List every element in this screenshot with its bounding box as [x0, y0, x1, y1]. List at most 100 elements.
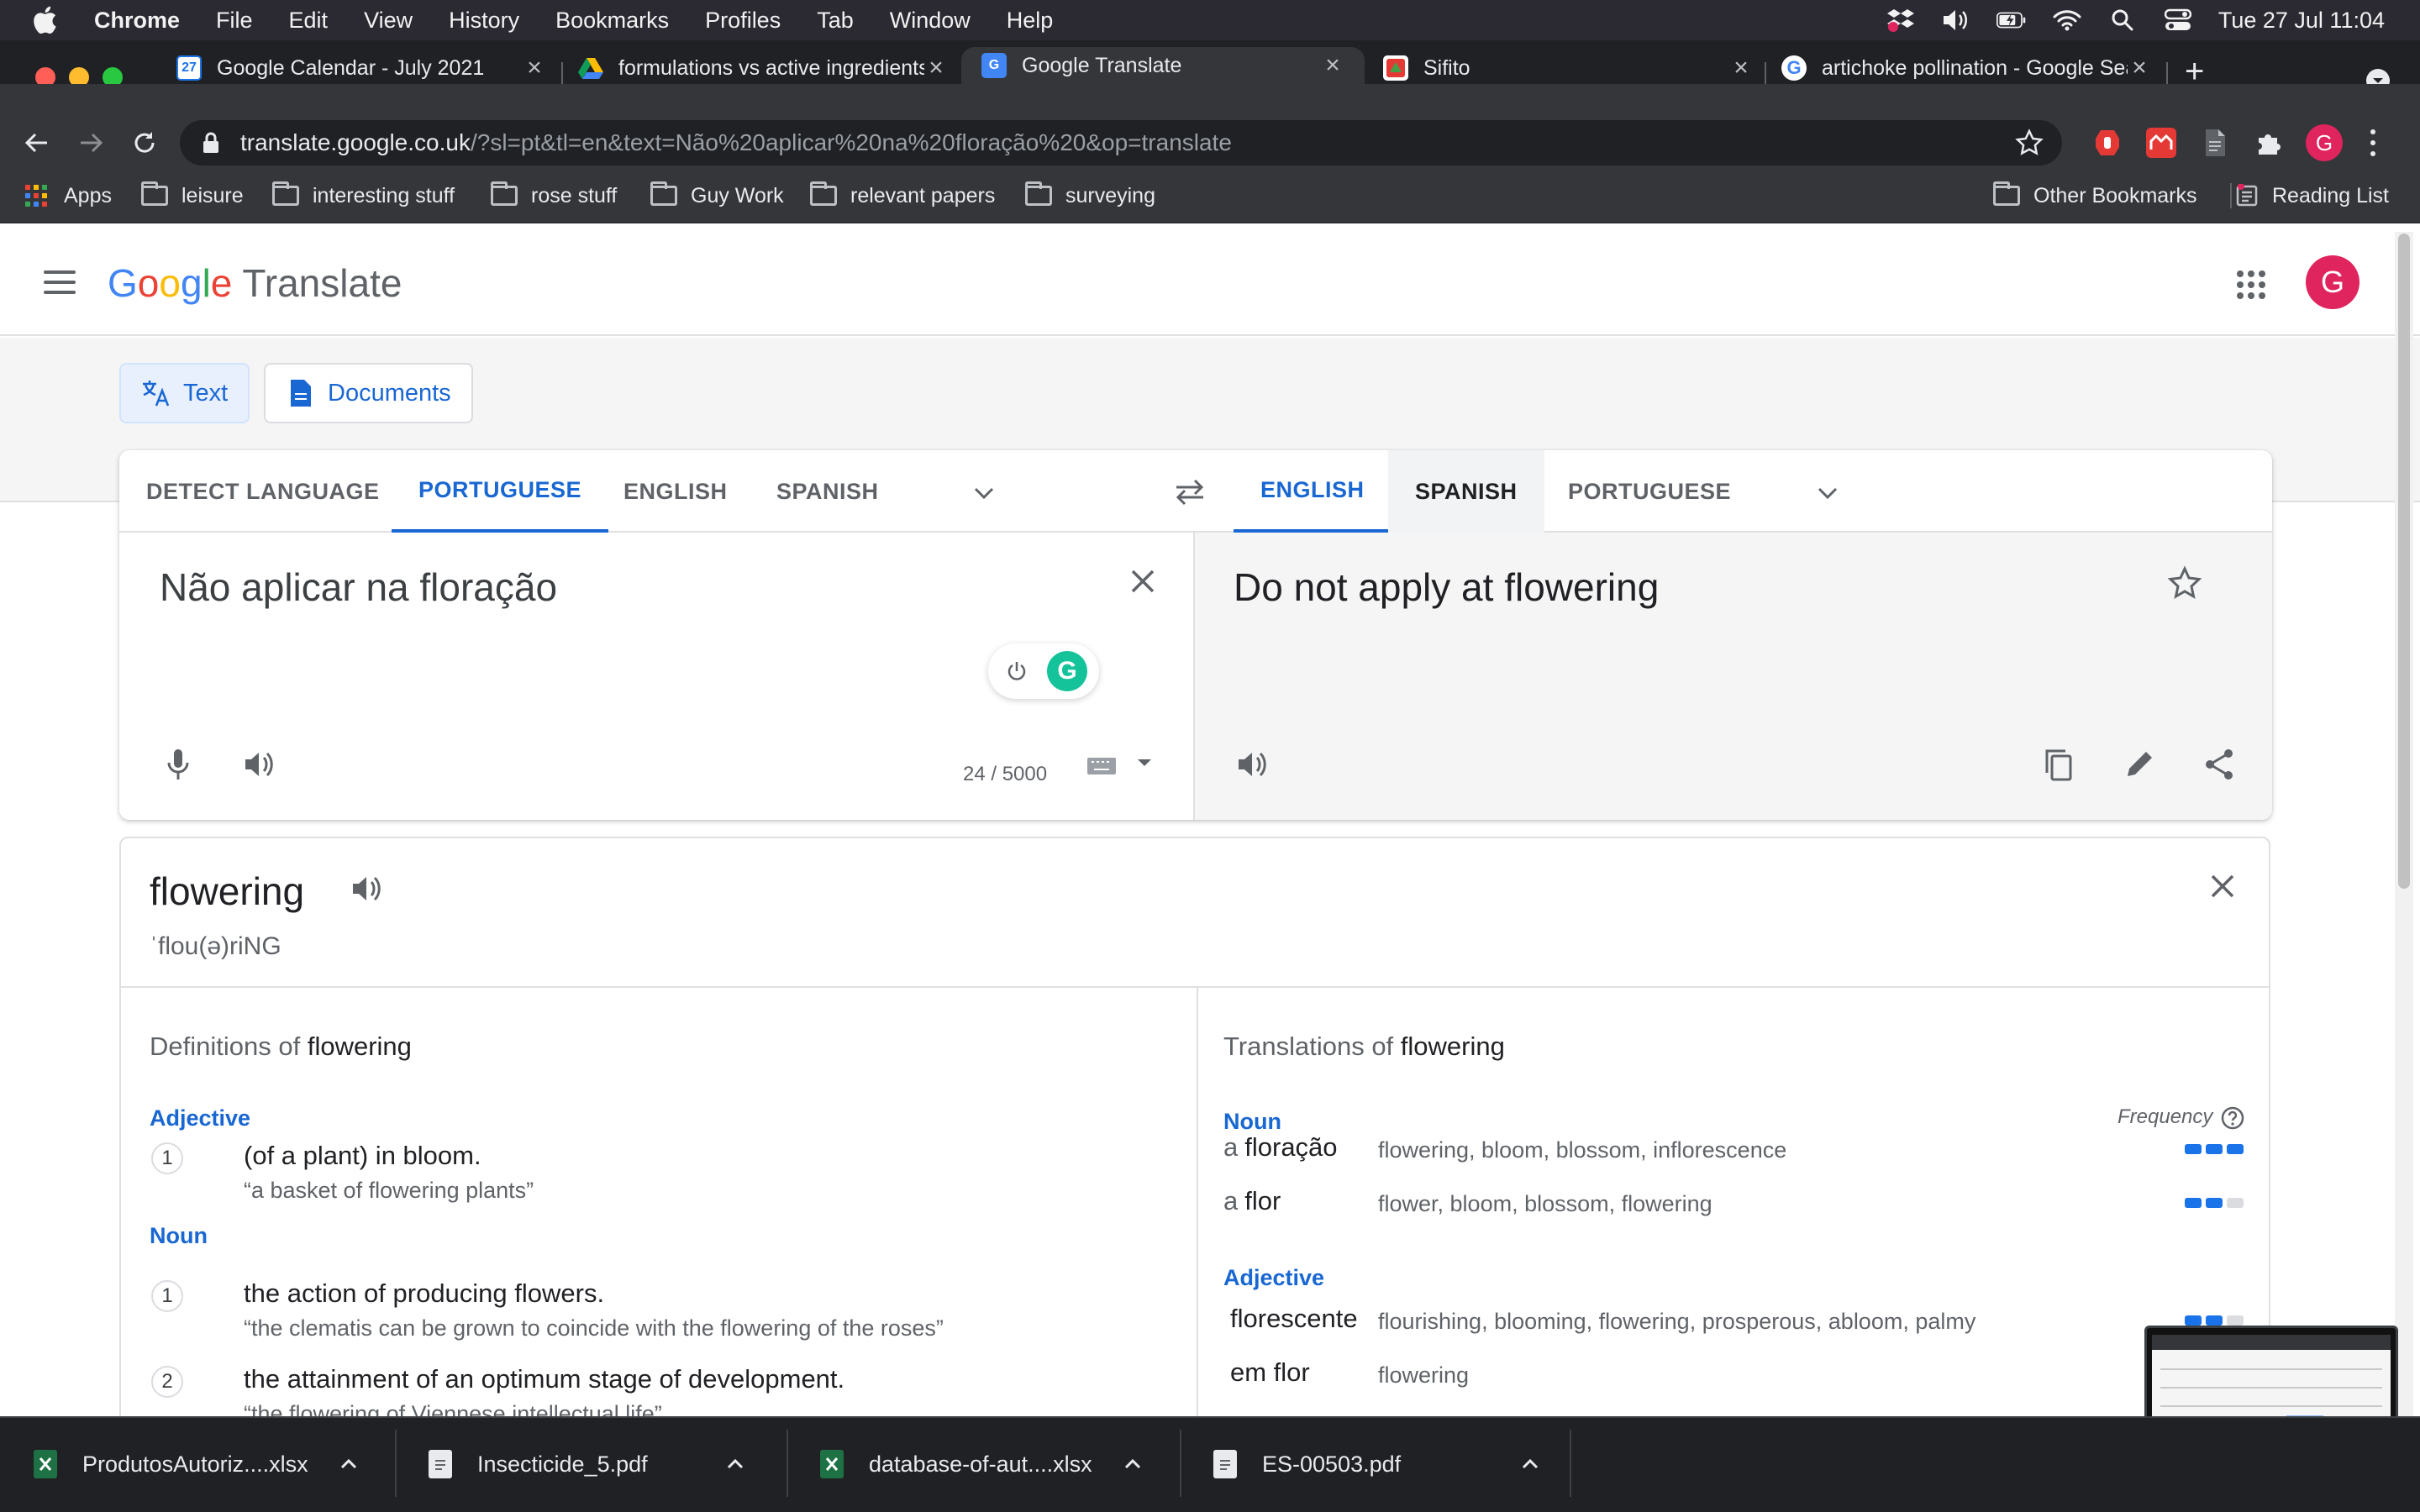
adblock-extension-icon[interactable]: [2092, 128, 2123, 158]
extensions-puzzle-icon[interactable]: [2254, 128, 2284, 158]
google-translate-logo[interactable]: Google Translate: [108, 260, 402, 306]
volume-icon[interactable]: [1941, 5, 1971, 35]
bookmark-folder-guy-work[interactable]: Guy Work: [650, 181, 784, 208]
swap-languages-icon[interactable]: [1173, 475, 1207, 509]
download-item[interactable]: database-of-aut....xlsx: [820, 1416, 1144, 1512]
translation-word[interactable]: a floração: [1223, 1132, 1338, 1163]
listen-source-icon[interactable]: [240, 746, 277, 783]
translation-word[interactable]: a flor: [1223, 1186, 1281, 1216]
folder-icon: [272, 181, 299, 206]
grammarly-widget[interactable]: G: [988, 643, 1099, 699]
document-extension-icon[interactable]: [2200, 128, 2230, 158]
page-scrollbar[interactable]: [2395, 232, 2413, 1418]
target-lang-spanish[interactable]: SPANISH: [1388, 450, 1544, 533]
menu-help[interactable]: Help: [1007, 8, 1054, 34]
menu-window[interactable]: Window: [890, 8, 971, 34]
documents-mode-button[interactable]: Documents: [264, 363, 473, 423]
forward-button[interactable]: [74, 126, 108, 160]
share-translation-icon[interactable]: [2202, 746, 2238, 783]
bookmark-apps[interactable]: Apps: [24, 183, 112, 208]
wifi-icon[interactable]: [2052, 5, 2082, 35]
target-more-languages-icon[interactable]: [1815, 480, 1840, 506]
translate-page: Google Translate G Text Documents DETECT …: [0, 227, 2420, 1416]
chevron-up-icon[interactable]: [1518, 1452, 1542, 1476]
tab-close-icon[interactable]: ×: [1321, 51, 1344, 80]
source-lang-portuguese[interactable]: PORTUGUESE: [392, 450, 609, 533]
download-item[interactable]: ProdutosAutoriz....xlsx: [34, 1416, 360, 1512]
chrome-menu-icon[interactable]: [2368, 126, 2378, 160]
menubar-clock[interactable]: Tue 27 Jul 11:04: [2218, 8, 2385, 34]
excel-icon: [34, 1450, 57, 1478]
chevron-up-icon[interactable]: [1121, 1452, 1144, 1476]
tab-google-calendar[interactable]: 27 Google Calendar - July 2021 ×: [176, 52, 546, 84]
bookmark-star-icon[interactable]: [2015, 129, 2044, 157]
bookmark-other-bookmarks[interactable]: Other Bookmarks: [1993, 181, 2197, 208]
tab-sifito[interactable]: Sifito ×: [1383, 52, 1753, 84]
menu-view[interactable]: View: [364, 8, 413, 34]
keyboard-icon[interactable]: [1086, 751, 1119, 780]
tab-close-icon[interactable]: ×: [1729, 54, 1753, 82]
tab-drive-doc[interactable]: formulations vs active ingredients ×: [578, 52, 948, 84]
power-icon[interactable]: [1003, 658, 1030, 685]
account-avatar[interactable]: G: [2306, 255, 2360, 309]
tab-close-icon[interactable]: ×: [924, 54, 948, 82]
tab-close-icon[interactable]: ×: [2128, 54, 2151, 82]
translation-word[interactable]: em flor: [1223, 1357, 1310, 1388]
bookmark-folder-rose-stuff[interactable]: rose stuff: [491, 181, 617, 208]
menu-history[interactable]: History: [449, 8, 519, 34]
dictionary-listen-icon[interactable]: [348, 870, 385, 907]
mendeley-extension-icon[interactable]: [2146, 128, 2176, 158]
listen-translation-icon[interactable]: [1234, 746, 1270, 783]
menu-tab[interactable]: Tab: [817, 8, 854, 34]
menu-app-name[interactable]: Chrome: [94, 8, 180, 34]
dropbox-icon[interactable]: [1886, 5, 1916, 35]
reload-button[interactable]: [128, 126, 161, 160]
tab-google-translate[interactable]: G Google Translate ×: [961, 47, 1365, 84]
source-lang-english[interactable]: ENGLISH: [623, 450, 728, 533]
microphone-icon[interactable]: [160, 746, 197, 783]
save-translation-star-icon[interactable]: [2166, 564, 2203, 601]
translation-word[interactable]: florescente: [1223, 1304, 1358, 1334]
new-tab-button[interactable]: +: [2185, 55, 2204, 88]
bookmark-folder-surveying[interactable]: surveying: [1025, 181, 1155, 208]
menu-profiles[interactable]: Profiles: [705, 8, 781, 34]
source-text-input[interactable]: Não aplicar na floração: [160, 564, 557, 610]
bookmark-folder-interesting-stuff[interactable]: interesting stuff: [272, 181, 455, 208]
battery-icon[interactable]: [1996, 5, 2027, 35]
tab-close-icon[interactable]: ×: [523, 54, 546, 82]
download-item[interactable]: ES-00503.pdf: [1213, 1416, 1542, 1512]
apple-menu-icon[interactable]: [32, 6, 66, 34]
bookmark-folder-relevant-papers[interactable]: relevant papers: [810, 181, 995, 208]
chevron-up-icon[interactable]: [723, 1452, 747, 1476]
scrollbar-thumb[interactable]: [2398, 234, 2410, 889]
lock-icon[interactable]: [202, 130, 224, 155]
frequency-help-icon[interactable]: [2220, 1105, 2245, 1131]
suggest-edit-pencil-icon[interactable]: [2121, 746, 2158, 783]
input-tools-dropdown-icon[interactable]: [1134, 753, 1155, 773]
target-lang-portuguese[interactable]: PORTUGUESE: [1568, 450, 1731, 533]
source-lang-spanish[interactable]: SPANISH: [776, 450, 879, 533]
spotlight-icon[interactable]: [2107, 5, 2138, 35]
control-center-icon[interactable]: [2163, 5, 2193, 35]
source-lang-detect[interactable]: DETECT LANGUAGE: [146, 450, 380, 533]
menu-edit[interactable]: Edit: [289, 8, 329, 34]
clear-source-icon[interactable]: [1124, 563, 1161, 600]
menu-file[interactable]: File: [216, 8, 253, 34]
chevron-up-icon[interactable]: [337, 1452, 360, 1476]
main-menu-icon[interactable]: [44, 270, 76, 294]
chrome-profile-avatar[interactable]: G: [2306, 124, 2343, 161]
bookmark-folder-leisure[interactable]: leisure: [141, 181, 244, 208]
menu-bookmarks[interactable]: Bookmarks: [555, 8, 669, 34]
back-button[interactable]: [20, 126, 54, 160]
reading-list-button[interactable]: Reading List: [2235, 183, 2389, 208]
address-bar[interactable]: translate.google.co.uk /?sl=pt&tl=en&tex…: [180, 120, 2062, 165]
tab-google-search[interactable]: G artichoke pollination - Google Search …: [1781, 52, 2151, 84]
download-item[interactable]: Insecticide_5.pdf: [429, 1416, 747, 1512]
text-mode-button[interactable]: Text: [119, 363, 250, 423]
grammarly-icon[interactable]: G: [1047, 651, 1087, 691]
target-lang-english[interactable]: ENGLISH: [1234, 450, 1392, 533]
close-dictionary-icon[interactable]: [2203, 867, 2242, 906]
source-more-languages-icon[interactable]: [971, 480, 997, 506]
google-apps-icon[interactable]: [2237, 270, 2265, 299]
copy-translation-icon[interactable]: [2040, 746, 2077, 783]
